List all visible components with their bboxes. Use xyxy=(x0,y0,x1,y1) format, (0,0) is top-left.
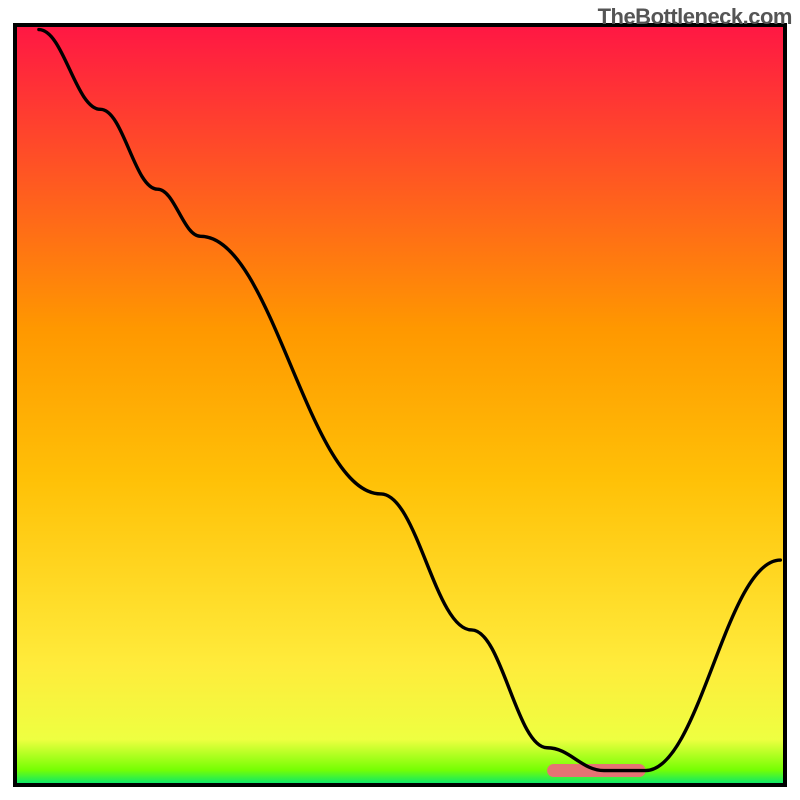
watermark-label: TheBottleneck.com xyxy=(598,4,792,30)
chart-svg xyxy=(0,0,800,800)
bottleneck-chart: TheBottleneck.com xyxy=(0,0,800,800)
chart-background xyxy=(15,25,785,785)
